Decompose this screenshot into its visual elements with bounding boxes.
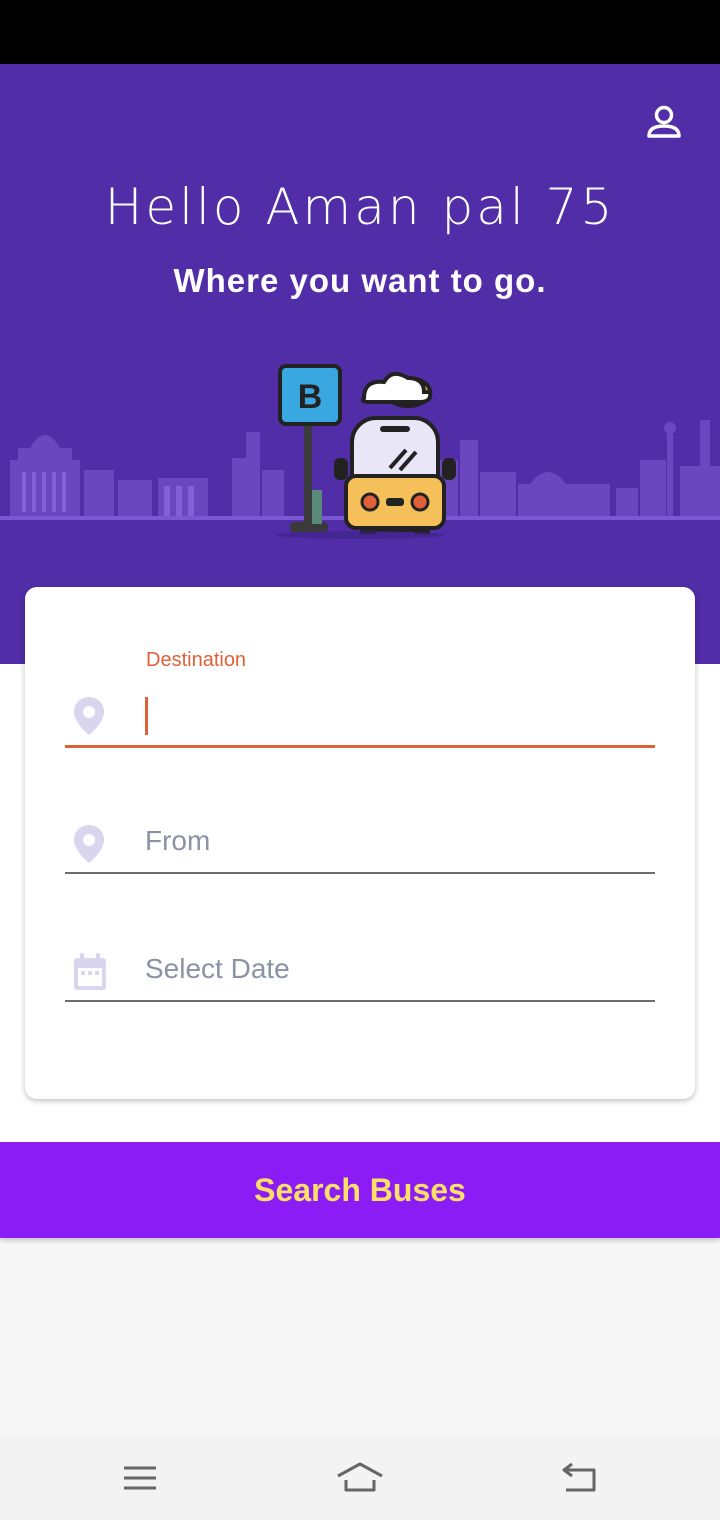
- status-bar: [0, 0, 720, 64]
- text-cursor: [145, 697, 148, 735]
- person-icon[interactable]: [640, 98, 688, 146]
- location-pin-icon: [74, 825, 104, 863]
- svg-text:B: B: [298, 378, 323, 416]
- date-underline: [65, 1000, 655, 1002]
- from-input[interactable]: From: [145, 825, 210, 857]
- from-underline: [65, 872, 655, 874]
- destination-field[interactable]: Destination: [65, 649, 655, 749]
- search-buses-button[interactable]: Search Buses: [0, 1142, 720, 1238]
- date-input[interactable]: Select Date: [145, 953, 290, 985]
- menu-icon[interactable]: [118, 1456, 162, 1500]
- greeting-title: Hello Aman pal 75: [104, 178, 616, 236]
- date-field[interactable]: Select Date: [65, 937, 655, 1003]
- home-icon[interactable]: [336, 1456, 384, 1500]
- from-field[interactable]: From: [65, 809, 655, 875]
- greeting-subtitle: Where you want to go.: [173, 262, 547, 299]
- city-bus-illustration: B: [0, 364, 720, 539]
- destination-underline: [65, 745, 655, 748]
- destination-label: Destination: [146, 649, 247, 671]
- back-icon[interactable]: [558, 1456, 602, 1500]
- location-pin-icon: [74, 697, 104, 735]
- search-form-card: Destination From Select Date: [25, 587, 695, 1099]
- calendar-icon: [74, 953, 106, 990]
- system-nav-bar: [0, 1436, 720, 1520]
